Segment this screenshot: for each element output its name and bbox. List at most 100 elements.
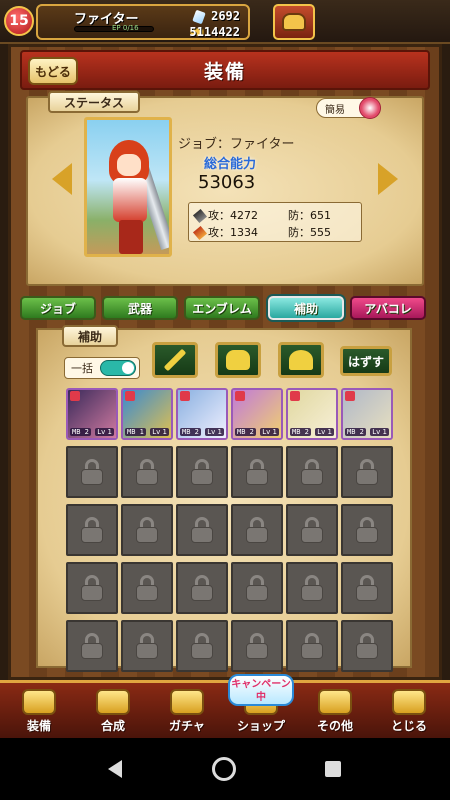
physical-defense: 防：651 [288, 209, 331, 222]
system-back-icon[interactable] [108, 760, 122, 778]
card-mb: MB 1 [125, 428, 146, 436]
level-badge: 15 [4, 6, 34, 36]
page-title: 装備 [203, 60, 246, 83]
rarity-icon [235, 391, 245, 401]
magic-stats-row: 攻：1334 防：555 [192, 224, 331, 241]
rarity-icon [125, 391, 135, 401]
power-value: 53063 [198, 172, 256, 193]
lock-icon [190, 517, 214, 543]
lock-body [356, 585, 378, 601]
card-mb: MB 2 [70, 428, 91, 436]
remove-button[interactable]: はずす [340, 346, 392, 376]
locked-slot[interactable] [231, 504, 283, 556]
locked-slot[interactable] [341, 620, 393, 672]
support-card[interactable]: MB 2 Lv 1 [66, 388, 118, 440]
locked-slot[interactable] [231, 446, 283, 498]
tab-support[interactable]: 補助 [268, 296, 344, 320]
nav-close[interactable]: とじる [374, 684, 444, 738]
lock-body [356, 643, 378, 659]
locked-slot[interactable] [286, 504, 338, 556]
lock-icon [135, 517, 159, 543]
lock-body [191, 527, 213, 543]
locked-slot[interactable] [286, 446, 338, 498]
gear-icon [318, 689, 352, 715]
lock-body [246, 643, 268, 659]
rarity-icon [290, 391, 300, 401]
support-card[interactable]: MB 2 Lv 1 [341, 388, 393, 440]
locked-slot[interactable] [341, 504, 393, 556]
hammer-icon [96, 689, 130, 715]
prev-character-arrow[interactable] [52, 163, 72, 195]
bulk-label: 一括 [71, 362, 93, 375]
weapon-slot-button[interactable] [152, 342, 198, 378]
locked-slot[interactable] [176, 504, 228, 556]
physical-sword-icon [192, 208, 208, 224]
bulk-switch[interactable] [100, 360, 136, 376]
armor-icon [226, 350, 250, 370]
gem-icon [192, 9, 206, 25]
tab-avatar-collection[interactable]: アバコレ [350, 296, 426, 320]
lock-icon [190, 459, 214, 485]
locked-slot[interactable] [176, 562, 228, 614]
locked-slot[interactable] [66, 562, 118, 614]
support-card[interactable]: MB 2 Lv 1 [231, 388, 283, 440]
header-banner: 装備 [20, 50, 430, 90]
refresh-icon [359, 97, 381, 119]
armor-slot-button[interactable] [215, 342, 261, 378]
locked-slot[interactable] [121, 504, 173, 556]
lock-icon [80, 575, 104, 601]
lock-icon [245, 517, 269, 543]
support-card[interactable]: MB 2 Lv 1 [176, 388, 228, 440]
nav-equip-label: 装備 [26, 719, 51, 733]
nav-gacha-label: ガチャ [169, 719, 205, 733]
lock-icon [300, 575, 324, 601]
locked-slot[interactable] [121, 620, 173, 672]
helmet-slot-button[interactable] [278, 342, 324, 378]
character-portrait [84, 117, 172, 257]
next-character-arrow[interactable] [378, 163, 398, 195]
locked-slot[interactable] [341, 446, 393, 498]
lock-body [81, 527, 103, 543]
nav-synthesis[interactable]: 合成 [78, 684, 148, 738]
lock-icon [190, 633, 214, 659]
support-card[interactable]: MB 1 Lv 1 [121, 388, 173, 440]
lock-body [136, 527, 158, 543]
locked-slot[interactable] [341, 562, 393, 614]
locked-slot[interactable] [121, 562, 173, 614]
locked-slot[interactable] [66, 620, 118, 672]
nav-equip[interactable]: 装備 [4, 684, 74, 738]
lock-body [356, 469, 378, 485]
locked-slot[interactable] [66, 446, 118, 498]
lock-body [136, 585, 158, 601]
system-recent-icon[interactable] [325, 761, 341, 777]
locked-slot[interactable] [286, 562, 338, 614]
mailbox-button[interactable] [273, 4, 315, 40]
nav-gacha[interactable]: ガチャ [152, 684, 222, 738]
support-card[interactable]: MB 2 Lv 1 [286, 388, 338, 440]
tab-emblem[interactable]: エンブレム [184, 296, 260, 320]
lock-body [191, 643, 213, 659]
lock-icon [355, 633, 379, 659]
physical-stats-row: 攻：4272 防：651 [192, 207, 331, 224]
simple-view-toggle[interactable]: 簡易 [316, 97, 381, 119]
locked-slot[interactable] [176, 620, 228, 672]
locked-slot[interactable] [231, 562, 283, 614]
exp-text: EP 0/16 [112, 24, 139, 32]
locked-slot[interactable] [176, 446, 228, 498]
card-level: Lv 1 [205, 428, 224, 436]
locked-slot[interactable] [231, 620, 283, 672]
nav-other[interactable]: その他 [300, 684, 370, 738]
locked-slot[interactable] [121, 446, 173, 498]
system-home-icon[interactable] [212, 757, 236, 781]
locked-slot[interactable] [286, 620, 338, 672]
locked-slot[interactable] [66, 504, 118, 556]
gold-count: 5114422 [189, 25, 240, 39]
bulk-toggle[interactable]: 一括 [64, 357, 140, 379]
lock-icon [80, 517, 104, 543]
back-button[interactable]: もどる [28, 57, 78, 85]
lock-body [356, 527, 378, 543]
lock-icon [355, 459, 379, 485]
tab-weapon[interactable]: 武器 [102, 296, 178, 320]
tab-job[interactable]: ジョブ [20, 296, 96, 320]
lock-icon [245, 633, 269, 659]
